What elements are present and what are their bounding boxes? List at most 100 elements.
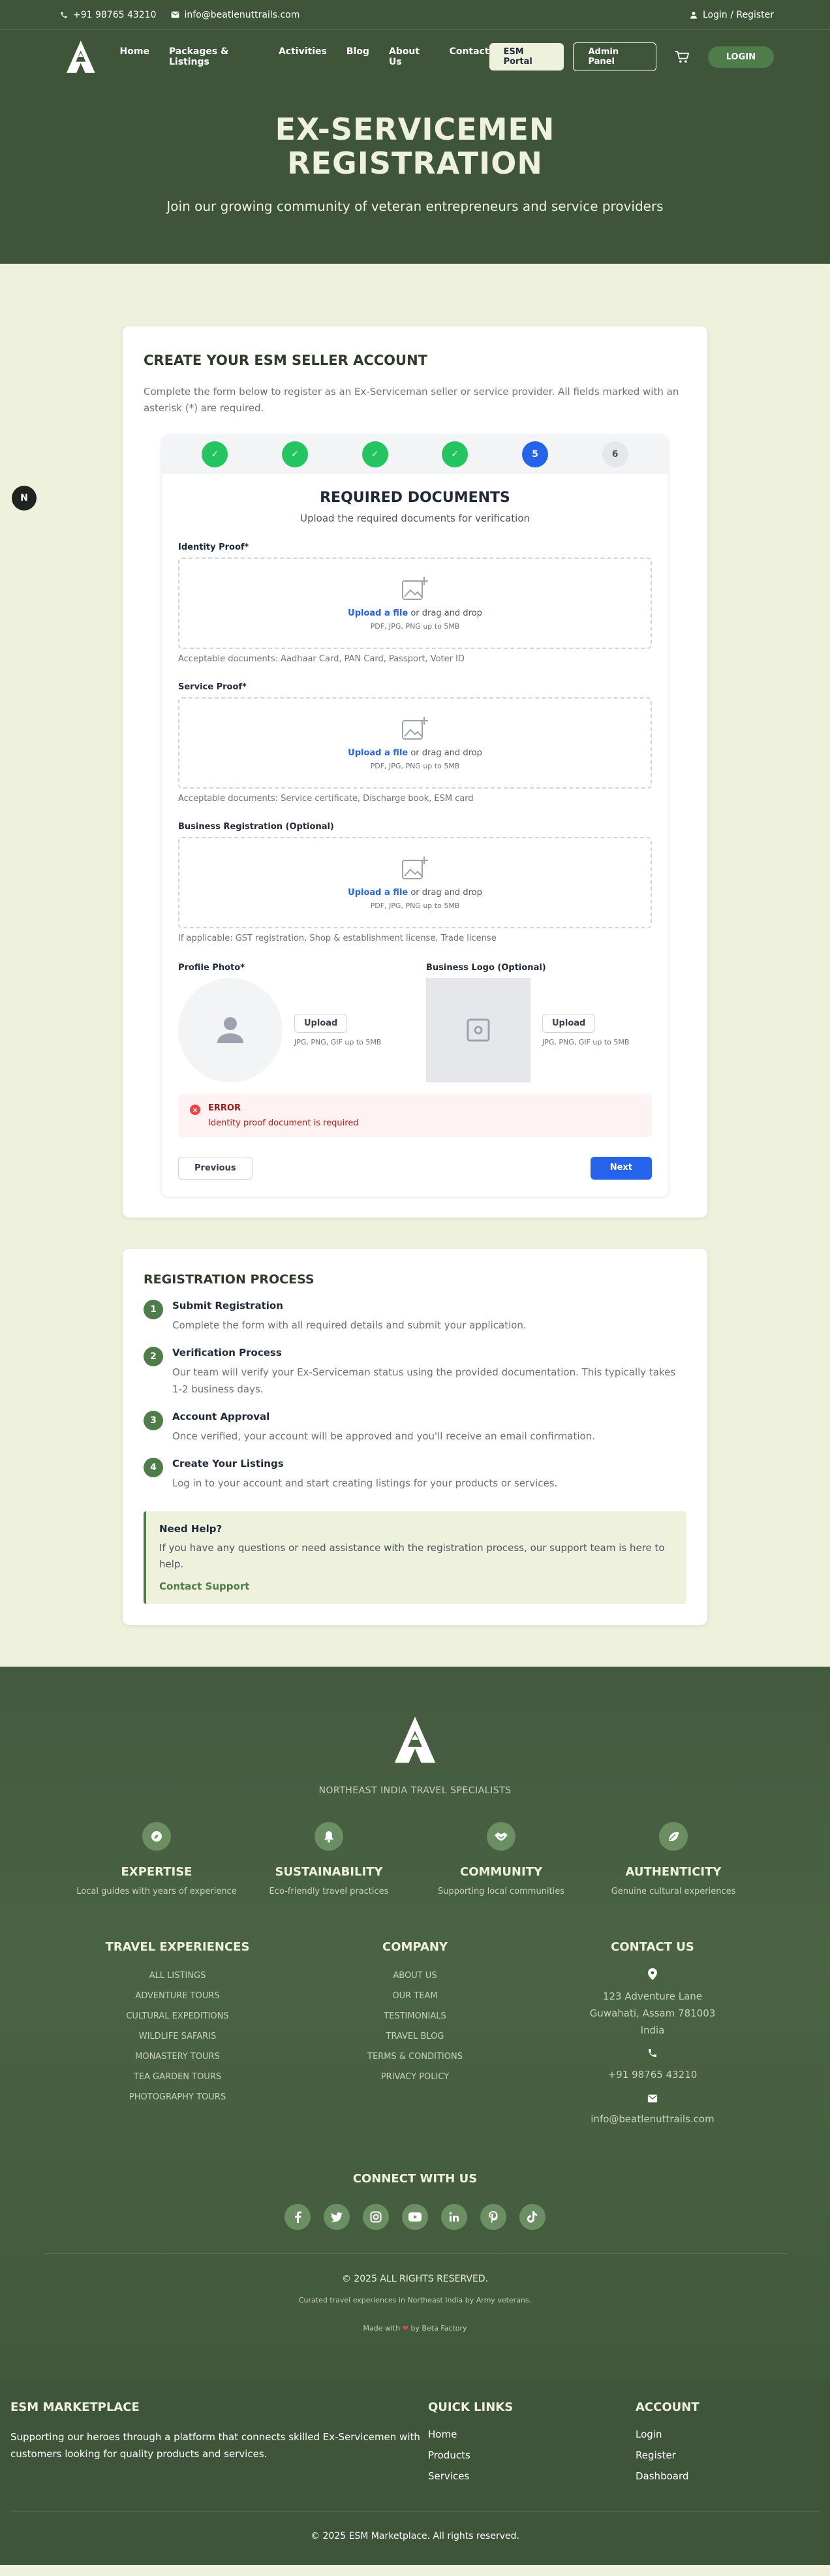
- process-step-title: Submit Registration: [172, 1300, 283, 1312]
- account-link-login[interactable]: Login: [636, 2428, 818, 2440]
- connect-title: CONNECT WITH US: [352, 2172, 478, 2186]
- phone-icon: [534, 2047, 771, 2064]
- marketplace-description: Supporting our heroes through a platform…: [10, 2431, 420, 2460]
- process-step-title: Create Your Listings: [172, 1458, 284, 1469]
- identity-upload-link[interactable]: Upload a file: [348, 608, 408, 618]
- account-link-register[interactable]: Register: [636, 2449, 818, 2461]
- business-registration-dropzone[interactable]: Upload a file or drag and drop PDF, JPG,…: [178, 837, 652, 928]
- nav-packages[interactable]: Packages & Listings: [169, 46, 259, 67]
- login-button[interactable]: LOGIN: [707, 46, 774, 68]
- hero-subtitle: Join our growing community of veteran en…: [166, 198, 664, 214]
- footer-phone[interactable]: +91 98765 43210: [534, 2066, 771, 2083]
- dev-badge[interactable]: N: [12, 486, 37, 510]
- identity-proof-dropzone[interactable]: Upload a file or drag and drop PDF, JPG,…: [178, 558, 652, 649]
- contact-support-link[interactable]: Contact Support: [159, 1580, 673, 1592]
- footer-link-monastery-tours[interactable]: MONASTERY TOURS: [59, 2052, 296, 2062]
- service-proof-label: Service Proof*: [178, 682, 247, 692]
- service-upload-link[interactable]: Upload a file: [348, 748, 408, 758]
- instagram-icon[interactable]: [363, 2204, 389, 2230]
- address-line1: 123 Adventure Lane: [602, 1990, 703, 2002]
- business-upload-link[interactable]: Upload a file: [348, 888, 408, 898]
- topbar-phone[interactable]: +91 98765 43210: [60, 10, 157, 20]
- feature-title: COMMUNITY: [459, 1865, 543, 1879]
- business-logo-hint: JPG, PNG, GIF up to 5MB: [542, 1038, 630, 1046]
- quick-link-products[interactable]: Products: [428, 2449, 636, 2461]
- location-icon: [534, 1968, 771, 1985]
- process-step-desc: Log in to your account and start creatin…: [172, 1477, 558, 1489]
- service-proof-dropzone[interactable]: Upload a file or drag and drop PDF, JPG,…: [178, 697, 652, 789]
- nav-about[interactable]: About Us: [389, 46, 430, 67]
- footer-link-all-listings[interactable]: ALL LISTINGS: [59, 1971, 296, 1981]
- nav-blog[interactable]: Blog: [346, 46, 369, 67]
- mail-icon: [171, 11, 179, 18]
- footer-link-about-us[interactable]: ABOUT US: [296, 1971, 534, 1981]
- footer-link-travel-blog[interactable]: TRAVEL BLOG: [296, 2032, 534, 2041]
- feature-item: AUTHENTICITY Genuine cultural experience…: [587, 1822, 760, 1898]
- footer-link-testimonials[interactable]: TESTIMONIALS: [296, 2011, 534, 2021]
- previous-button[interactable]: Previous: [178, 1157, 253, 1180]
- process-step-title: Account Approval: [172, 1411, 270, 1422]
- account-link-dashboard[interactable]: Dashboard: [636, 2470, 818, 2482]
- process-step: 2 Verification Process Our team will veri…: [144, 1347, 686, 1398]
- quick-link-services[interactable]: Services: [428, 2470, 636, 2482]
- step-4[interactable]: ✓: [442, 441, 469, 467]
- nav-activities[interactable]: Activities: [279, 46, 327, 67]
- footer-logo[interactable]: [393, 1714, 437, 1766]
- address-line3: India: [640, 2024, 665, 2036]
- company-column: COMPANY ABOUT US OUR TEAM TESTIMONIALS T…: [296, 1940, 534, 2128]
- compass-icon: [142, 1822, 171, 1851]
- identity-proof-label: Identity Proof*: [178, 542, 249, 552]
- footer-link-privacy[interactable]: PRIVACY POLICY: [296, 2072, 534, 2082]
- linkedin-icon[interactable]: [441, 2204, 467, 2230]
- need-help-title: Need Help?: [159, 1523, 223, 1535]
- feature-title: SUSTAINABILITY: [275, 1865, 383, 1879]
- profile-photo-upload-button[interactable]: Upload: [294, 1014, 348, 1033]
- youtube-icon[interactable]: [402, 2204, 428, 2230]
- footer-link-wildlife-safaris[interactable]: WILDLIFE SAFARIS: [59, 2032, 296, 2041]
- admin-panel-button[interactable]: Admin Panel: [573, 42, 656, 71]
- twitter-icon[interactable]: [324, 2204, 350, 2230]
- footer-link-terms[interactable]: TERMS & CONDITIONS: [296, 2052, 534, 2062]
- site-logo[interactable]: [65, 39, 97, 75]
- footer-link-our-team[interactable]: OUR TEAM: [296, 1991, 534, 2001]
- footer-link-photography-tours[interactable]: PHOTOGRAPHY TOURS: [59, 2092, 296, 2102]
- business-logo-preview: [426, 978, 530, 1082]
- error-message: Identity proof document is required: [208, 1118, 359, 1128]
- section-subtitle: Upload the required documents for verifi…: [300, 512, 530, 524]
- feature-desc: Genuine cultural experiences: [611, 1887, 736, 1896]
- topbar-login-link[interactable]: Login / Register: [690, 10, 774, 20]
- pinterest-icon[interactable]: [480, 2204, 506, 2230]
- footer-link-tea-garden-tours[interactable]: TEA GARDEN TOURS: [59, 2072, 296, 2082]
- cart-icon[interactable]: [675, 50, 690, 64]
- next-button[interactable]: Next: [590, 1157, 652, 1180]
- step-5[interactable]: 5: [521, 441, 548, 467]
- service-file-hint: PDF, JPG, PNG up to 5MB: [370, 762, 460, 770]
- need-help-box: Need Help? If you have any questions or …: [144, 1511, 686, 1604]
- facebook-icon[interactable]: [284, 2204, 311, 2230]
- step-1[interactable]: ✓: [202, 441, 228, 467]
- image-placeholder-icon: [467, 1018, 490, 1042]
- nav-home[interactable]: Home: [120, 46, 149, 67]
- nav-contact[interactable]: Contact: [450, 46, 489, 67]
- business-help: If applicable: GST registration, Shop & …: [178, 934, 497, 943]
- esm-portal-button[interactable]: ESM Portal: [489, 43, 564, 71]
- footer-link-cultural-expeditions[interactable]: CULTURAL EXPEDITIONS: [59, 2011, 296, 2021]
- footer-link-adventure-tours[interactable]: ADVENTURE TOURS: [59, 1991, 296, 2001]
- process-step-number: 1: [144, 1300, 163, 1319]
- step-3[interactable]: ✓: [361, 441, 388, 467]
- handshake-icon: [487, 1822, 515, 1851]
- main-content: N CREATE YOUR ESM SELLER ACCOUNT Complet…: [0, 264, 830, 1667]
- process-step-title: Verification Process: [172, 1347, 282, 1359]
- step-2[interactable]: ✓: [281, 441, 308, 467]
- process-title: REGISTRATION PROCESS: [144, 1272, 315, 1287]
- footer-curated-text: Curated travel experiences in Northeast …: [298, 2296, 532, 2304]
- step-6[interactable]: 6: [602, 441, 628, 467]
- process-step-desc: Once verified, your account will be appr…: [172, 1430, 596, 1442]
- image-upload-icon: [402, 577, 428, 600]
- quick-link-home[interactable]: Home: [428, 2428, 636, 2440]
- topbar-email[interactable]: info@beatlenuttrails.com: [171, 10, 300, 20]
- footer-email[interactable]: info@beatlenuttrails.com: [534, 2111, 771, 2128]
- heart-icon: ❤: [402, 2324, 408, 2333]
- business-logo-upload-button[interactable]: Upload: [542, 1014, 596, 1033]
- tiktok-icon[interactable]: [519, 2204, 546, 2230]
